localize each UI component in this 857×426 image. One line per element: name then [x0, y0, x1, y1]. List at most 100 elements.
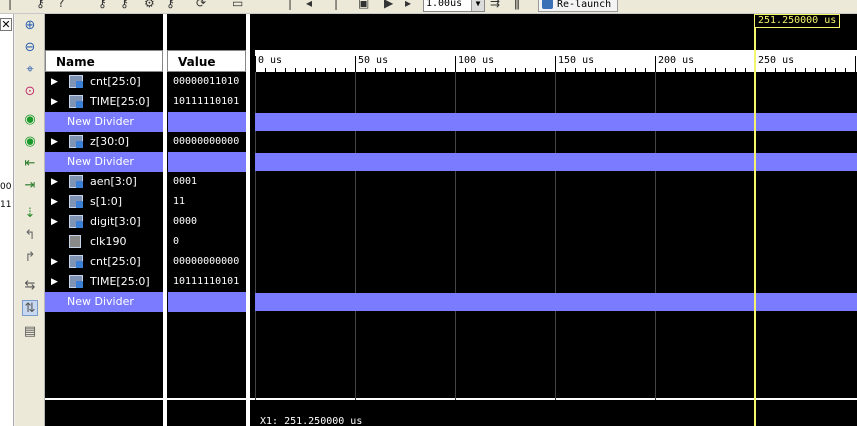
screen-icon[interactable]: ▭ [232, 0, 243, 12]
expand-arrow-icon[interactable]: ▶ [51, 272, 58, 292]
ruler-minor-tick [795, 68, 796, 72]
value-column-header[interactable]: Value [167, 50, 246, 72]
ruler-minor-tick [415, 68, 416, 72]
divider-name: New Divider [67, 115, 134, 128]
key-icon[interactable]: ⚷ [36, 0, 45, 12]
play-step-icon[interactable]: ▸ [405, 0, 411, 12]
play-icon[interactable]: ▶ [384, 0, 393, 12]
key-icon[interactable]: ⚷ [98, 0, 107, 12]
ruler-minor-tick [625, 68, 626, 72]
close-icon[interactable]: ✕ [0, 18, 12, 31]
network-icon[interactable]: ⚙ [144, 0, 155, 12]
restart-icon[interactable]: | [288, 0, 292, 12]
ruler-minor-tick [695, 68, 696, 72]
pause-icon[interactable]: ǁ [514, 0, 520, 12]
ruler-minor-tick [675, 68, 676, 72]
refresh-icon[interactable]: ⟳ [196, 0, 206, 12]
ruler-minor-tick [815, 68, 816, 72]
time-ruler[interactable]: 0 us 50 us 100 us 150 us 200 us 250 us [255, 50, 857, 72]
signal-row[interactable]: ▶ s[1:0] [45, 192, 163, 212]
bus-signal-icon [69, 215, 83, 228]
next-transition-icon[interactable]: ⇥ [22, 178, 38, 194]
ruler-minor-tick [335, 68, 336, 72]
divider-row[interactable]: New Divider [45, 152, 163, 172]
run-time-combo[interactable]: 1.00us ▼ [423, 0, 485, 12]
ruler-minor-tick [595, 68, 596, 72]
bus-signal-icon [69, 175, 83, 188]
expand-arrow-icon[interactable]: ▶ [51, 252, 58, 272]
name-value-splitter[interactable] [163, 14, 167, 426]
floating-ruler-icon[interactable]: ▤ [22, 324, 38, 340]
pause-icon[interactable]: ◂ [306, 0, 312, 12]
signal-name: cnt[25:0] [90, 75, 141, 88]
add-marker-icon[interactable]: ⇣ [22, 206, 38, 222]
help-cursor-icon[interactable]: ? [58, 0, 64, 12]
zoom-fit-icon[interactable]: ⌖ [22, 62, 38, 78]
expand-arrow-icon[interactable]: ▶ [51, 192, 58, 212]
ruler-minor-tick [425, 68, 426, 72]
clipped-value-text: 11 [0, 200, 12, 210]
top-toolbar: | ⚷ ? ⚷ ⚷ ⚙ ⚷ ⟳ ▭ | ◂ | ▣ ▶ ▸ 1.00us ▼ ⇉… [0, 0, 857, 14]
expand-arrow-icon[interactable]: ▶ [51, 172, 58, 192]
previous-marker-icon[interactable]: ↰ [22, 228, 38, 244]
go-to-start-icon[interactable]: ◉ [22, 112, 38, 128]
signal-value: 11 [173, 196, 186, 207]
ruler-tick [855, 56, 856, 72]
time-cursor[interactable] [754, 28, 756, 426]
divider-row[interactable]: New Divider [45, 292, 163, 312]
previous-transition-icon[interactable]: ⇤ [22, 156, 38, 172]
swap-cursors-icon[interactable]: ⇆ [22, 278, 38, 294]
ruler-minor-tick [475, 68, 476, 72]
ruler-minor-tick [745, 68, 746, 72]
bus-signal-icon [69, 135, 83, 148]
signal-name: z[30:0] [90, 135, 130, 148]
next-marker-icon[interactable]: ↱ [22, 250, 38, 266]
relaunch-button[interactable]: Re-launch [538, 0, 618, 12]
wave-window: Name Value 0 us 50 us 100 us 150 us 200 … [45, 14, 857, 426]
ruler-minor-tick [705, 68, 706, 72]
signal-value: 00000000000 [173, 136, 240, 147]
ruler-minor-tick [315, 68, 316, 72]
divider-row[interactable]: New Divider [45, 112, 163, 132]
ruler-tick [455, 56, 456, 72]
signal-row[interactable]: ▶ aen[3:0] [45, 172, 163, 192]
signal-row[interactable]: ▶ TIME[25:0] [45, 92, 163, 112]
key-icon[interactable]: ⚷ [166, 0, 175, 12]
ruler-minor-tick [715, 68, 716, 72]
signal-value: 00000011010 [173, 76, 240, 87]
pause-icon[interactable]: | [334, 0, 338, 12]
bit-signal-icon [69, 235, 81, 248]
divider-wave-bar [255, 153, 857, 171]
signal-row[interactable]: ▶ z[30:0] [45, 132, 163, 152]
zoom-in-icon[interactable]: ⊕ [22, 18, 38, 34]
signal-row[interactable]: ▶ cnt[25:0] [45, 252, 163, 272]
clipped-value-text: 00 [0, 182, 12, 192]
signal-row[interactable]: ▶ digit[3:0] [45, 212, 163, 232]
zoom-out-icon[interactable]: ⊖ [22, 40, 38, 56]
ruler-minor-tick [845, 68, 846, 72]
ruler-minor-tick [805, 68, 806, 72]
signal-row[interactable]: ▶ TIME[25:0] [45, 272, 163, 292]
chevron-down-icon[interactable]: ▼ [471, 0, 484, 11]
go-to-end-icon[interactable]: ◉ [22, 134, 38, 150]
key-icon[interactable]: ⚷ [120, 0, 129, 12]
ruler-minor-tick [645, 68, 646, 72]
cursor-readout: X1: 251.250000 us [260, 416, 363, 426]
name-column-header[interactable]: Name [45, 50, 163, 72]
ruler-label: 100 us [458, 55, 495, 66]
run-for-icon[interactable]: ⇉ [490, 0, 500, 12]
expand-arrow-icon[interactable]: ▶ [51, 92, 58, 112]
signal-row[interactable]: ▶ cnt[25:0] [45, 72, 163, 92]
ruler-minor-tick [375, 68, 376, 72]
ruler-minor-tick [505, 68, 506, 72]
expand-arrow-icon[interactable]: ▶ [51, 212, 58, 232]
zoom-to-cursor-icon[interactable]: ⊙ [22, 84, 38, 100]
expand-arrow-icon[interactable]: ▶ [51, 132, 58, 152]
expand-arrow-icon[interactable]: ▶ [51, 72, 58, 92]
signal-row[interactable]: clk190 [45, 232, 163, 252]
snap-to-transition-icon[interactable]: ⇅ [22, 300, 38, 316]
ruler-minor-tick [465, 68, 466, 72]
screen-icon[interactable]: ▣ [358, 0, 369, 12]
ruler-minor-tick [435, 68, 436, 72]
bottom-splitter[interactable] [45, 398, 857, 400]
